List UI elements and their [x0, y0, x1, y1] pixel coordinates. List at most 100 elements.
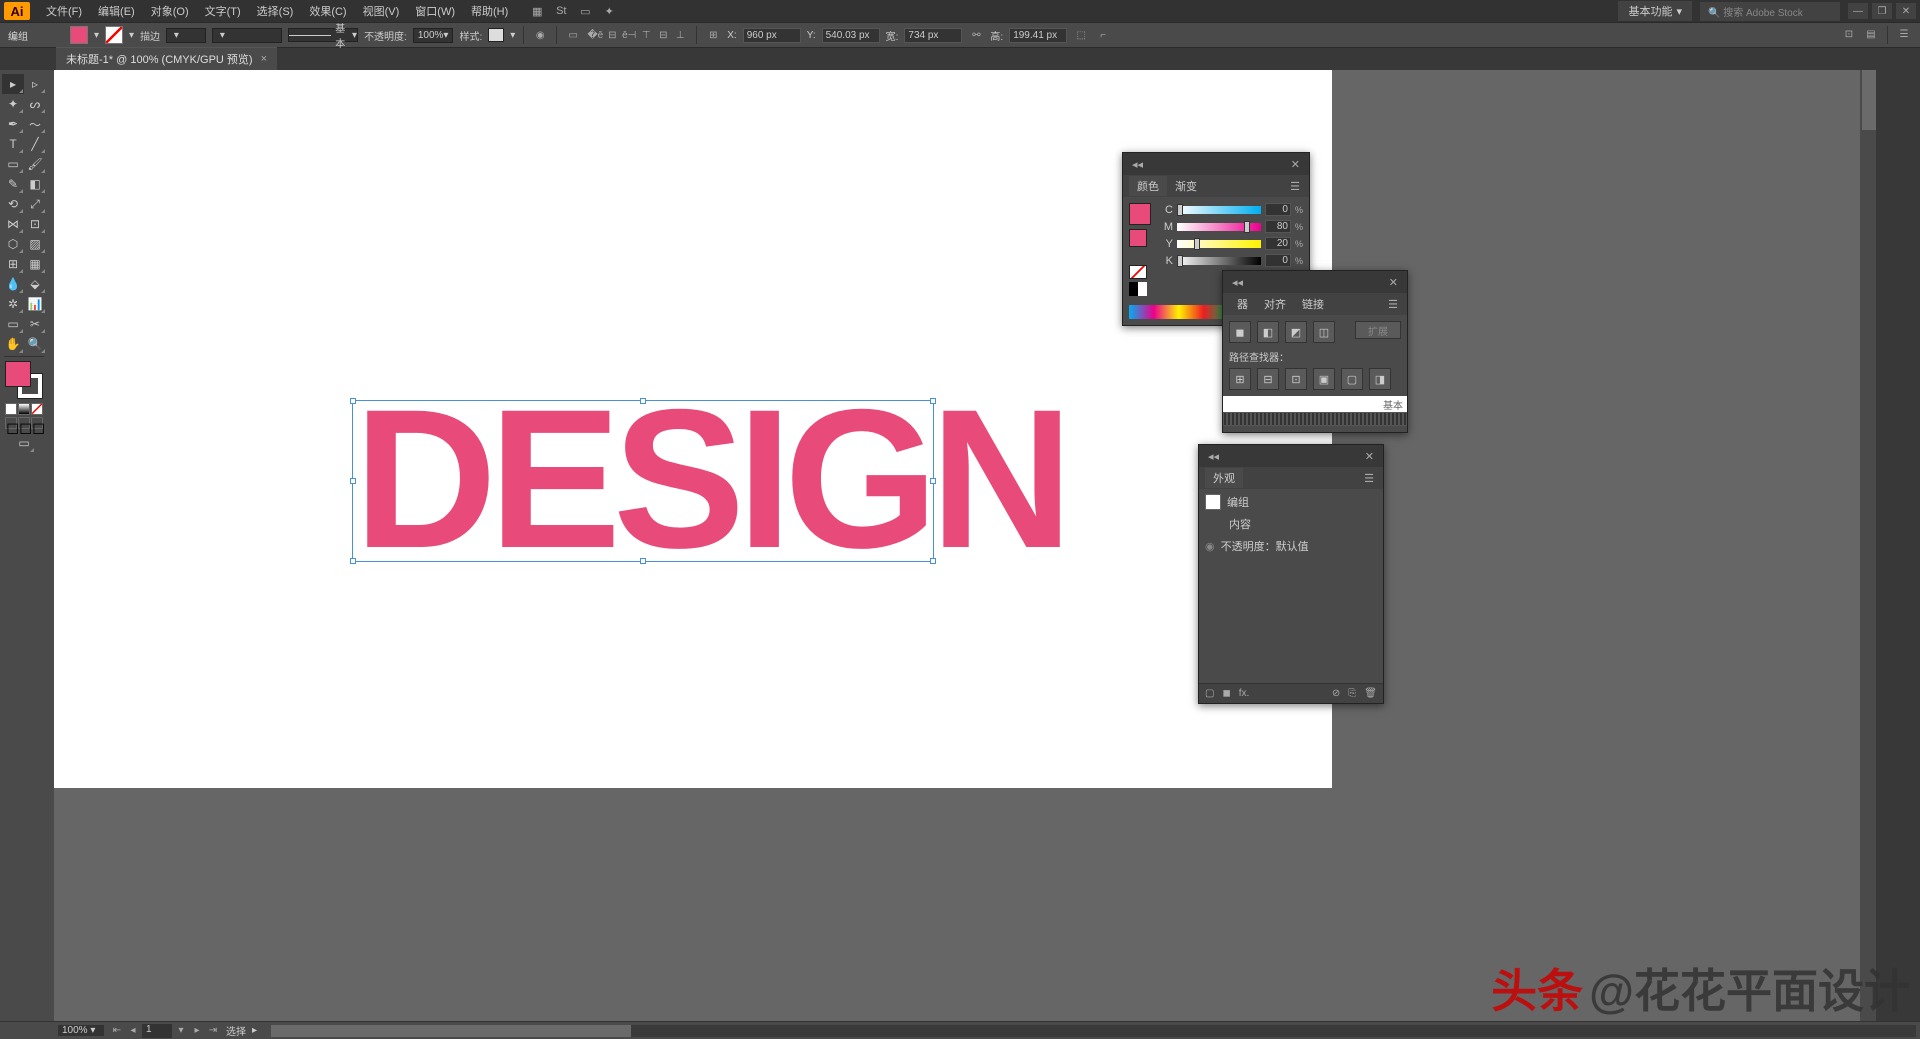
- brush-tool[interactable]: 🖌: [24, 154, 46, 174]
- appearance-tab[interactable]: 外观: [1205, 468, 1243, 488]
- x-input[interactable]: [743, 28, 801, 43]
- fill-swatch[interactable]: [70, 26, 88, 44]
- add-effect-icon[interactable]: fx.: [1239, 688, 1250, 699]
- shape-props-icon[interactable]: ⬚: [1073, 27, 1089, 43]
- canvas-area[interactable]: DESIGN: [48, 70, 1876, 1021]
- tab-close-icon[interactable]: ×: [261, 53, 267, 65]
- workspace-switcher[interactable]: 基本功能 ▾: [1618, 1, 1692, 21]
- appearance-row-opacity[interactable]: ◉ 不透明度：默认值: [1199, 535, 1383, 557]
- selection-handle[interactable]: [350, 558, 356, 564]
- appearance-row-contents[interactable]: 内容: [1199, 513, 1383, 535]
- blend-tool[interactable]: ⬙: [24, 274, 46, 294]
- panel-close-icon[interactable]: ✕: [1362, 450, 1377, 463]
- prev-artboard-icon[interactable]: ◂: [126, 1024, 140, 1038]
- color-tab[interactable]: 颜色: [1129, 176, 1167, 196]
- delete-icon[interactable]: 🗑: [1364, 688, 1377, 699]
- panel-menu-icon[interactable]: ☰: [1385, 298, 1401, 311]
- first-artboard-icon[interactable]: ⇤: [110, 1024, 124, 1038]
- panel-close-icon[interactable]: ✕: [1386, 276, 1401, 289]
- selection-tool[interactable]: ▸: [2, 74, 24, 94]
- bw-swatch-icon[interactable]: [1129, 282, 1147, 296]
- add-fill-icon[interactable]: ◼: [1222, 688, 1230, 699]
- slice-tool[interactable]: ✂: [24, 314, 46, 334]
- menu-file[interactable]: 文件(F): [38, 3, 90, 19]
- chevron-down-icon[interactable]: ▾: [129, 30, 134, 41]
- align-top-icon[interactable]: ⊤: [638, 27, 654, 43]
- style-swatch[interactable]: [488, 28, 504, 42]
- shape-mode-exclude-icon[interactable]: ◫: [1313, 321, 1335, 343]
- rotate-tool[interactable]: ⟲: [2, 194, 24, 214]
- selection-handle[interactable]: [930, 478, 936, 484]
- menu-edit[interactable]: 编辑(E): [90, 3, 143, 19]
- perspective-tool[interactable]: ▨: [24, 234, 46, 254]
- bridge-icon[interactable]: ▦: [528, 2, 546, 20]
- direct-selection-tool[interactable]: ▹: [24, 74, 46, 94]
- width-tool[interactable]: ⋈: [2, 214, 24, 234]
- menu-type[interactable]: 文字(T): [197, 3, 249, 19]
- symbol-sprayer-tool[interactable]: ✲: [2, 294, 24, 314]
- gpu-icon[interactable]: ✦: [600, 2, 618, 20]
- none-swatch-icon[interactable]: [1129, 265, 1147, 279]
- stroke-width-profile[interactable]: ▾: [212, 28, 282, 43]
- expand-button[interactable]: 扩展: [1355, 321, 1401, 339]
- type-tool[interactable]: T: [2, 134, 24, 154]
- status-menu-icon[interactable]: ▸: [252, 1025, 257, 1036]
- selection-handle[interactable]: [350, 398, 356, 404]
- zoom-tool[interactable]: 🔍: [24, 334, 46, 354]
- artboard-number[interactable]: 1: [142, 1024, 172, 1038]
- screen-mode-icon[interactable]: ▭: [13, 433, 35, 453]
- close-button[interactable]: ✕: [1896, 3, 1916, 19]
- menu-effect[interactable]: 效果(C): [301, 3, 354, 19]
- search-stock-input[interactable]: 🔍 搜索 Adobe Stock: [1700, 2, 1840, 21]
- shape-mode-minus-icon[interactable]: ◧: [1257, 321, 1279, 343]
- scale-tool[interactable]: ⤢: [24, 194, 46, 214]
- menu-view[interactable]: 视图(V): [355, 3, 408, 19]
- panel-close-icon[interactable]: ✕: [1288, 158, 1303, 171]
- align-to-icon[interactable]: ▭: [565, 27, 581, 43]
- pf-crop-icon[interactable]: ▣: [1313, 368, 1335, 390]
- links-tab[interactable]: 链接: [1294, 294, 1332, 314]
- recolor-icon[interactable]: ◉: [532, 27, 548, 43]
- menu-help[interactable]: 帮助(H): [463, 3, 516, 19]
- color-fill-proxy[interactable]: [1129, 229, 1147, 247]
- pathfinder-panel[interactable]: ◂◂ ✕ 器 对齐 链接 ☰ ◼ ◧ ◩ ◫ 扩展 路径查找器： ⊞ ⊟ ⊡ ▣…: [1222, 270, 1408, 433]
- panel-collapse-icon[interactable]: ◂◂: [1229, 276, 1246, 289]
- gradient-tab[interactable]: 渐变: [1167, 176, 1205, 196]
- draw-normal-icon[interactable]: ◻: [5, 417, 17, 429]
- clear-icon[interactable]: ⊘: [1332, 688, 1340, 699]
- hand-tool[interactable]: ✋: [2, 334, 24, 354]
- add-stroke-icon[interactable]: ▢: [1205, 688, 1214, 699]
- align-vcenter-icon[interactable]: ⊟: [655, 27, 671, 43]
- none-mode-icon[interactable]: [31, 403, 43, 415]
- arrange-icon[interactable]: ▭: [576, 2, 594, 20]
- duplicate-icon[interactable]: ⎘: [1348, 688, 1356, 699]
- panel-collapse-icon[interactable]: ◂◂: [1129, 158, 1146, 171]
- selection-handle[interactable]: [640, 398, 646, 404]
- align-right-icon[interactable]: ē⊣: [621, 27, 637, 43]
- stroke-weight-dropdown[interactable]: ▾: [166, 28, 206, 43]
- appearance-panel[interactable]: ◂◂ ✕ 外观 ☰ 编组 内容 ◉ 不透明度：默认值 ▢ ◼ fx. ⊘ ⎘ 🗑: [1198, 444, 1384, 704]
- c-slider[interactable]: [1177, 206, 1261, 214]
- menu-window[interactable]: 窗口(W): [407, 3, 463, 19]
- align-hcenter-icon[interactable]: ⊟: [604, 27, 620, 43]
- y-input[interactable]: [1265, 237, 1291, 250]
- chevron-down-icon[interactable]: ▾: [94, 30, 99, 41]
- graph-tool[interactable]: 📊: [24, 294, 46, 314]
- align-tab[interactable]: 对齐: [1256, 294, 1294, 314]
- selection-handle[interactable]: [350, 478, 356, 484]
- panel-menu-icon[interactable]: ☰: [1287, 180, 1303, 193]
- fill-color-icon[interactable]: [5, 361, 31, 387]
- curvature-tool[interactable]: 〜: [24, 114, 46, 134]
- panel-menu-icon[interactable]: ☰: [1361, 472, 1377, 485]
- eraser-tool[interactable]: ◧: [24, 174, 46, 194]
- draw-behind-icon[interactable]: ◻: [18, 417, 30, 429]
- vertical-scrollbar[interactable]: [1862, 70, 1876, 1021]
- pf-trim-icon[interactable]: ⊟: [1257, 368, 1279, 390]
- m-slider[interactable]: [1177, 223, 1261, 231]
- pen-tool[interactable]: ✒: [2, 114, 24, 134]
- selection-bounding-box[interactable]: [352, 400, 934, 562]
- zoom-level[interactable]: 100% ▾: [58, 1025, 104, 1036]
- next-artboard-icon[interactable]: ▸: [190, 1024, 204, 1038]
- last-artboard-icon[interactable]: ⇥: [206, 1024, 220, 1038]
- shape-builder-tool[interactable]: ⬡: [2, 234, 24, 254]
